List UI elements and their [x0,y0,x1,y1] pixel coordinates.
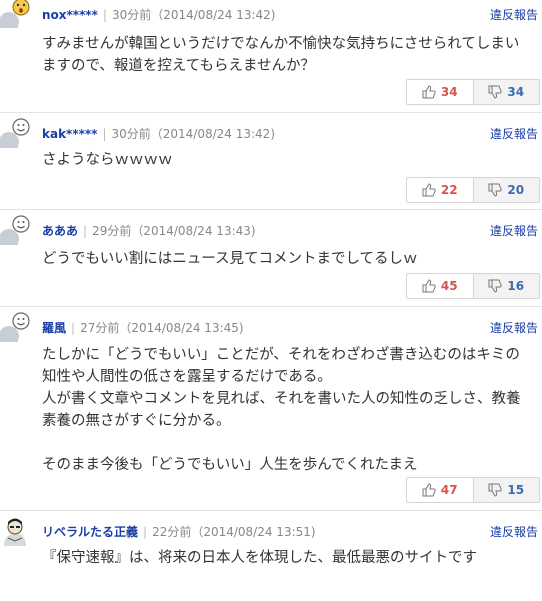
good-button[interactable]: 22 [407,178,474,202]
comment-item: kak***** | 30分前（2014/08/24 13:42) 違反報告 さよう… [0,112,542,209]
user-avatar[interactable] [0,215,30,249]
comment-item: あああ | 29分前（2014/08/24 13:43) 違反報告 どうでもいい割に… [0,209,542,306]
comment-time: 22分前（2014/08/24 13:51) [152,525,316,539]
comment-list: nox***** | 30分前（2014/08/24 13:42) 違反報告 すみま… [0,0,542,601]
report-link[interactable]: 違反報告 [490,319,538,336]
thumbs-down-icon [488,85,503,99]
user-name[interactable]: 羅風 [42,321,66,335]
good-count: 45 [440,279,458,293]
comment-header: リベラルたる正義 | 22分前（2014/08/24 13:51) [42,525,316,539]
comment-line: 人が書く文章やコメントを見れば、それを書いた人の知性の乏しさ、教養 [42,391,521,407]
user-avatar[interactable] [0,0,30,32]
user-avatar[interactable] [0,312,30,346]
user-name[interactable]: あああ [42,224,78,238]
good-count: 47 [440,483,458,497]
vote-buttons: 45 16 [406,273,540,299]
comment-line: そのまま今後も「どうでもいい」人生を歩んでくれたまえ [42,457,418,473]
comment-header: nox***** | 30分前（2014/08/24 13:42) [42,8,276,22]
comment-header: あああ | 29分前（2014/08/24 13:43) [42,224,256,238]
comment-line: さようならｗｗｗｗ [42,152,173,168]
comment-item: nox***** | 30分前（2014/08/24 13:42) 違反報告 すみま… [0,0,542,112]
comment-body: すみませんが韓国というだけでなんか不愉快な気持ちにさせられてしまい ますので、報… [42,33,534,77]
comment-item: 羅風 | 27分前（2014/08/24 13:45) 違反報告 たしかに「どうでも… [0,306,542,510]
comment-line: 素養の無さがすぐに分かる。 [42,413,231,429]
comment-header: 羅風 | 27分前（2014/08/24 13:45) [42,321,244,335]
user-avatar[interactable] [0,516,30,546]
bad-count: 34 [507,85,525,99]
comment-line: どうでもいい割にはニュース見てコメントまでしてるしｗ [42,251,418,267]
thumbs-up-icon [422,183,436,197]
report-link[interactable]: 違反報告 [490,6,538,23]
comment-line: たしかに「どうでもいい」ことだが、それをわざわざ書き込むのはキミの [42,347,520,363]
good-button[interactable]: 45 [407,274,474,298]
comment-header: kak***** | 30分前（2014/08/24 13:42) [42,127,275,141]
thumbs-up-icon [422,483,436,497]
comment-time: 30分前（2014/08/24 13:42) [111,8,276,22]
report-link[interactable]: 違反報告 [490,222,538,239]
smile-face-icon [0,215,30,249]
comment-line [42,432,534,454]
smile-face-icon [0,118,30,152]
user-avatar[interactable] [0,118,30,152]
comment-body: さようならｗｗｗｗ [42,149,534,171]
vote-buttons: 47 15 [406,477,540,503]
report-link[interactable]: 違反報告 [490,523,538,540]
thumbs-down-icon [488,279,503,293]
comment-line: 知性や人間性の低さを露呈するだけである。 [42,369,332,385]
bad-count: 20 [507,183,525,197]
bad-count: 15 [507,483,525,497]
comment-time: 29分前（2014/08/24 13:43) [92,224,256,238]
user-photo-avatar [0,516,30,546]
report-link[interactable]: 違反報告 [490,125,538,142]
comment-line: すみませんが韓国というだけでなんか不愉快な気持ちにさせられてしまい [42,36,520,52]
thumbs-down-icon [488,483,503,497]
bad-button[interactable]: 34 [473,80,539,104]
comment-body: どうでもいい割にはニュース見てコメントまでしてるしｗ [42,248,534,270]
vote-buttons: 34 34 [406,79,540,105]
user-name[interactable]: リベラルたる正義 [42,525,138,539]
comment-time: 30分前（2014/08/24 13:42) [111,127,275,141]
thumbs-up-icon [422,279,436,293]
comment-time: 27分前（2014/08/24 13:45) [80,321,244,335]
user-name[interactable]: kak***** [42,127,97,141]
bad-count: 16 [507,279,525,293]
bad-button[interactable]: 15 [473,478,539,502]
bad-button[interactable]: 20 [473,178,539,202]
comment-body: 『保守速報』は、将来の日本人を体現した、最低最悪のサイトです [42,547,534,569]
bad-button[interactable]: 16 [473,274,539,298]
good-button[interactable]: 34 [407,80,474,104]
comment-item: リベラルたる正義 | 22分前（2014/08/24 13:51) 違反報告 『保守… [0,510,542,601]
comment-line: 『保守速報』は、将来の日本人を体現した、最低最悪のサイトです [42,550,477,566]
comment-line: ますので、報道を控えてもらえませんか？ [42,58,316,74]
comment-body: たしかに「どうでもいい」ことだが、それをわざわざ書き込むのはキミの 知性や人間性… [42,344,534,476]
user-name[interactable]: nox***** [42,8,98,22]
thumbs-up-icon [422,85,436,99]
good-count: 34 [440,85,458,99]
surprised-face-icon [0,0,30,32]
thumbs-down-icon [488,183,503,197]
good-button[interactable]: 47 [407,478,474,502]
good-count: 22 [440,183,458,197]
vote-buttons: 22 20 [406,177,540,203]
smile-face-icon [0,312,30,346]
